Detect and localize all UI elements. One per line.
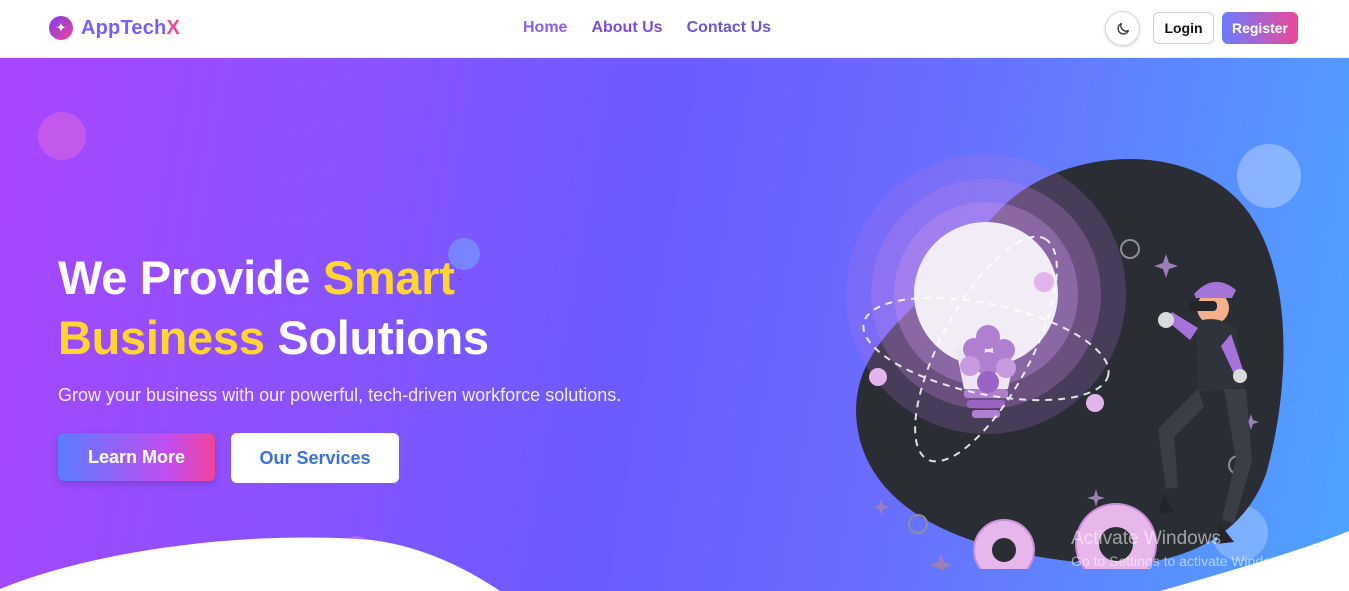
brand-name-text: AppTech [81,16,167,39]
nav-links: Home About Us Contact Us [523,19,771,37]
hero-section: We Provide Smart Business Solutions Grow … [0,58,1349,591]
login-button[interactable]: Login [1153,12,1214,44]
hero-title-part1: We Provide [58,251,323,304]
hero-title-highlight-business: Business [58,311,265,364]
nav-link-contact-us[interactable]: Contact Us [687,19,771,37]
nav-link-home[interactable]: Home [523,19,567,37]
moon-icon [1116,22,1129,35]
activate-windows-watermark: Activate Windows Go to Settings to activ… [1071,528,1292,569]
watermark-subtitle: Go to Settings to activate Windows. [1071,553,1292,569]
theme-toggle-button[interactable] [1105,11,1140,46]
register-button[interactable]: Register [1222,12,1298,44]
brand-suffix: X [166,16,181,39]
hero-title: We Provide Smart Business Solutions [58,248,618,368]
hero-title-part2: Solutions [264,311,489,364]
navbar: ✦ AppTechX Home About Us Contact Us Logi… [0,0,1349,58]
learn-more-button[interactable]: Learn More [58,433,215,481]
watermark-title: Activate Windows [1071,528,1221,549]
hero-title-highlight-smart: Smart [322,251,455,304]
brand-logo[interactable]: ✦ AppTechX [49,16,180,40]
brand-name: AppTechX [81,17,180,40]
lightbulb-vr-person-gears-illustration [846,154,1284,569]
decorative-bubble [38,112,86,160]
our-services-button[interactable]: Our Services [231,433,399,483]
hero-subtitle: Grow your business with our powerful, te… [58,385,622,405]
sparkle-icon: ✦ [49,16,73,40]
nav-link-about-us[interactable]: About Us [591,19,662,37]
